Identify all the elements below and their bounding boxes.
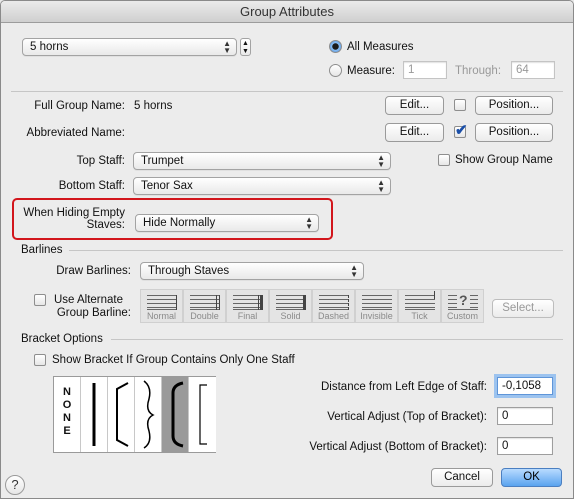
- square-bracket-icon: [116, 382, 129, 447]
- bracket-options-section-title: Bracket Options: [21, 333, 103, 345]
- abbr-name-position-button[interactable]: Position...: [475, 123, 553, 142]
- curly-brace-icon: [143, 380, 155, 449]
- popup-arrows-icon: ▲ ▼: [377, 153, 385, 169]
- vertical-adjust-bottom-field[interactable]: 0: [497, 437, 553, 455]
- hiding-label-line2: Staves:: [86, 219, 125, 231]
- barline-style-normal[interactable]: Normal: [140, 289, 183, 323]
- top-staff-popup[interactable]: Trumpet ▲ ▼: [133, 152, 391, 170]
- measure-from-field[interactable]: 1: [403, 61, 447, 79]
- barline-style-label: Tick: [411, 311, 428, 321]
- popup-arrows-icon: ▲ ▼: [377, 178, 385, 194]
- bracket-style-palette: NONE: [53, 376, 216, 453]
- barlines-section-title: Barlines: [21, 244, 63, 256]
- barline-style-tick[interactable]: Tick: [398, 289, 441, 323]
- barline-style-icon: [147, 295, 177, 310]
- barline-style-icon: ?: [448, 292, 478, 310]
- full-name-edit-button[interactable]: Edit...: [385, 96, 444, 115]
- bracket-thin-option[interactable]: [189, 377, 216, 452]
- show-group-name-label: Show Group Name: [455, 154, 553, 166]
- none-glyph-text: NONE: [62, 386, 72, 437]
- barline-style-label: Double: [190, 311, 219, 321]
- popup-arrows-icon: ▲ ▼: [305, 215, 313, 231]
- barline-style-custom[interactable]: ? Custom: [441, 289, 484, 323]
- bracket-plain-option[interactable]: [81, 377, 108, 452]
- barline-style-final[interactable]: Final: [226, 289, 269, 323]
- group-attributes-dialog: Group Attributes 5 horns ▲ ▼ ▲ ▼ All Measu…: [0, 0, 574, 499]
- vertical-adjust-top-label: Vertical Adjust (Top of Bracket):: [327, 411, 487, 423]
- full-group-name-value: 5 horns: [134, 100, 173, 112]
- all-measures-label: All Measures: [347, 41, 414, 53]
- draw-barlines-popup[interactable]: Through Staves ▲ ▼: [140, 262, 364, 280]
- vertical-adjust-bottom-label: Vertical Adjust (Bottom of Bracket):: [309, 441, 487, 453]
- bottom-staff-value: Tenor Sax: [141, 180, 193, 192]
- bracket-square-option[interactable]: [108, 377, 135, 452]
- barline-style-icon: [319, 295, 349, 310]
- popup-arrows-icon: ▲ ▼: [223, 39, 231, 55]
- show-group-name-checkbox[interactable]: [438, 154, 450, 166]
- full-name-position-button[interactable]: Position...: [475, 96, 553, 115]
- popup-arrows-icon: ▲ ▼: [350, 263, 358, 279]
- barline-style-label: Final: [237, 311, 258, 321]
- divider: [11, 91, 563, 92]
- barline-style-icon: [233, 295, 263, 310]
- barline-style-icon: [190, 295, 220, 310]
- thick-bracket-icon: [171, 381, 184, 448]
- full-name-position-checkbox[interactable]: [454, 99, 466, 111]
- all-measures-radio[interactable]: [329, 40, 342, 53]
- thin-bracket-icon: [199, 384, 207, 445]
- barline-style-label: Solid: [280, 311, 301, 321]
- bracket-none-option[interactable]: NONE: [54, 377, 81, 452]
- barline-style-label: Invisible: [360, 311, 393, 321]
- distance-label: Distance from Left Edge of Staff:: [321, 381, 487, 393]
- abbr-name-edit-button[interactable]: Edit...: [385, 123, 444, 142]
- barline-style-double[interactable]: Double: [183, 289, 226, 323]
- through-label: Through:: [455, 65, 502, 77]
- full-group-name-label: Full Group Name:: [34, 100, 125, 112]
- abbr-name-position-checkbox[interactable]: ✔: [454, 122, 468, 139]
- barline-style-label: Dashed: [317, 311, 350, 321]
- barline-style-solid[interactable]: Solid: [269, 289, 312, 323]
- cancel-button[interactable]: Cancel: [431, 468, 493, 487]
- ok-button[interactable]: OK: [501, 468, 562, 487]
- draw-barlines-value: Through Staves: [148, 265, 230, 277]
- hiding-value: Hide Normally: [143, 217, 216, 229]
- barline-style-icon: [405, 291, 435, 310]
- group-popup[interactable]: 5 horns ▲ ▼: [22, 38, 237, 56]
- abbreviated-name-label: Abbreviated Name:: [26, 127, 125, 139]
- barline-style-icon: [276, 295, 306, 310]
- bottom-staff-popup[interactable]: Tenor Sax ▲ ▼: [133, 177, 391, 195]
- bracket-curly-option[interactable]: [135, 377, 162, 452]
- barline-style-invisible[interactable]: Invisible: [355, 289, 398, 323]
- group-stepper[interactable]: ▲ ▼: [240, 38, 251, 56]
- barline-style-label: Custom: [446, 311, 478, 321]
- checkmark-icon: ✔: [455, 122, 468, 139]
- plain-bracket-icon: [92, 383, 96, 446]
- hiding-popup[interactable]: Hide Normally ▲ ▼: [135, 214, 319, 232]
- measure-range-radio[interactable]: [329, 64, 342, 77]
- show-bracket-single-staff-checkbox[interactable]: [34, 354, 46, 366]
- group-popup-value: 5 horns: [30, 41, 69, 53]
- divider: [111, 339, 563, 340]
- barline-style-icon: [362, 295, 392, 310]
- show-bracket-single-staff-label: Show Bracket If Group Contains Only One …: [52, 354, 295, 366]
- vertical-adjust-top-field[interactable]: 0: [497, 407, 553, 425]
- distance-field[interactable]: -0,1058: [497, 377, 553, 395]
- measure-through-field[interactable]: 64: [511, 61, 555, 79]
- window-title: Group Attributes: [1, 1, 573, 23]
- top-staff-value: Trumpet: [141, 155, 184, 167]
- use-alternate-label-line2: Group Barline:: [56, 307, 131, 319]
- barline-style-palette: Normal Double Final Solid Dashed Invisible Tic…: [140, 289, 485, 323]
- top-staff-label: Top Staff:: [76, 155, 125, 167]
- divider: [69, 250, 563, 251]
- help-button[interactable]: ?: [5, 475, 25, 495]
- bottom-staff-label: Bottom Staff:: [58, 180, 125, 192]
- measure-label: Measure:: [347, 65, 395, 77]
- draw-barlines-label: Draw Barlines:: [56, 265, 131, 277]
- bracket-thick-option-selected[interactable]: [162, 377, 189, 452]
- barline-style-dashed[interactable]: Dashed: [312, 289, 355, 323]
- select-barline-button[interactable]: Select...: [492, 299, 554, 318]
- barline-style-label: Normal: [146, 311, 176, 321]
